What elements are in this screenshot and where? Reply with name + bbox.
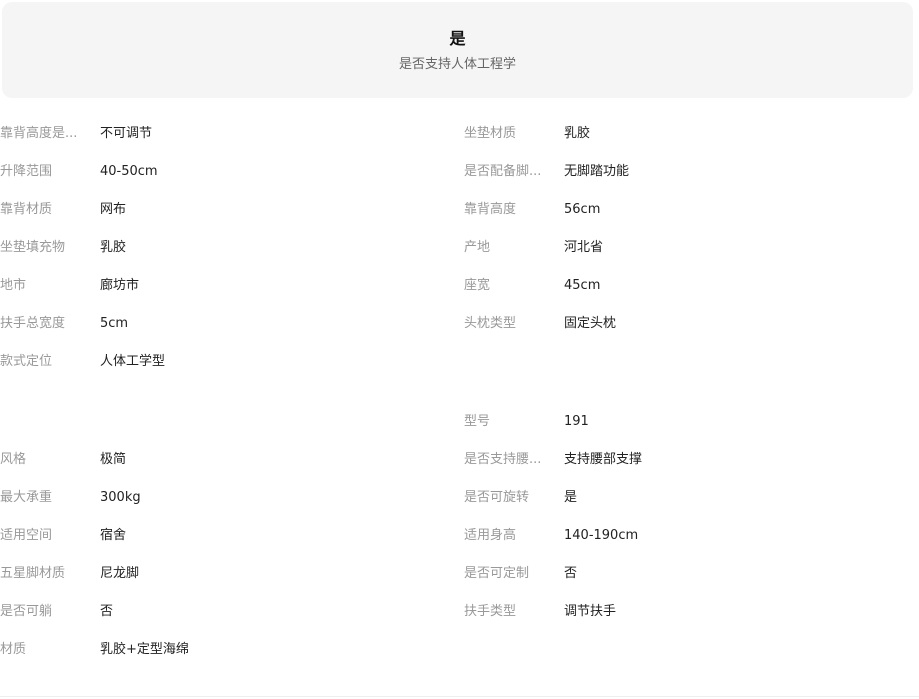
spec-row: 型号 191 — [464, 410, 914, 434]
spec-label: 适用身高 — [464, 528, 517, 543]
spec-value: 不可调节 — [100, 126, 153, 141]
spec-row: 升降范围 40-50cm — [0, 160, 450, 184]
spec-row: 五星脚材质 尼龙脚 — [0, 562, 450, 586]
spec-label: 款式定位 — [0, 354, 53, 369]
spec-row: 是否可定制 否 — [464, 562, 914, 586]
spec-value: 人体工学型 — [100, 354, 166, 369]
spec-value: 乳胶 — [564, 126, 591, 141]
bottom-divider — [0, 696, 919, 697]
spec-value: 5cm — [100, 316, 129, 331]
spec-value: 支持腰部支撑 — [564, 452, 643, 467]
spec-row: 地市 廊坊市 — [0, 274, 450, 298]
spec-label: 扶手类型 — [464, 604, 517, 619]
spec-row: 座宽 45cm — [464, 274, 914, 298]
spec-label: 坐垫材质 — [464, 126, 517, 141]
spec-row: 坐垫材质 乳胶 — [464, 122, 914, 146]
spec-label: 座宽 — [464, 278, 491, 293]
spec-label: 是否配备脚... — [464, 164, 542, 179]
spec-label: 靠背高度是... — [0, 126, 78, 141]
spec-label: 型号 — [464, 414, 491, 429]
spec-label: 产地 — [464, 240, 491, 255]
spec-value: 56cm — [564, 202, 601, 217]
spec-label: 头枕类型 — [464, 316, 517, 331]
spec-row: 风格 极简 — [0, 448, 450, 472]
spec-value: 45cm — [564, 278, 601, 293]
spec-value: 40-50cm — [100, 164, 158, 179]
spec-label: 是否可躺 — [0, 604, 53, 619]
spec-row: 靠背高度是... 不可调节 — [0, 122, 450, 146]
spec-value: 无脚踏功能 — [564, 164, 630, 179]
spec-value: 固定头枕 — [564, 316, 617, 331]
spec-value: 宿舍 — [100, 528, 127, 543]
spec-row: 是否可旋转 是 — [464, 486, 914, 510]
spec-label: 材质 — [0, 642, 27, 657]
highlight-label: 是否支持人体工程学 — [398, 57, 516, 72]
spec-row: 坐垫填充物 乳胶 — [0, 236, 450, 260]
spec-label: 风格 — [0, 452, 27, 467]
spec-row: 是否可躺 否 — [0, 600, 450, 624]
spec-label: 最大承重 — [0, 490, 53, 505]
spec-label: 是否可旋转 — [464, 490, 530, 505]
spec-row: 最大承重 300kg — [0, 486, 450, 510]
spec-label: 适用空间 — [0, 528, 53, 543]
spec-label: 靠背材质 — [0, 202, 53, 217]
spec-value: 调节扶手 — [564, 604, 617, 619]
spec-label: 是否可定制 — [464, 566, 530, 581]
spec-value: 乳胶+定型海绵 — [100, 642, 189, 657]
spec-label: 是否支持腰... — [464, 452, 542, 467]
spec-value: 否 — [100, 604, 114, 619]
spec-row: 适用身高 140-190cm — [464, 524, 914, 548]
highlight-card: 是 是否支持人体工程学 — [2, 2, 913, 98]
spec-value: 140-190cm — [564, 528, 639, 543]
spec-row: 靠背材质 网布 — [0, 198, 450, 222]
spec-value: 191 — [564, 414, 589, 429]
spec-label: 五星脚材质 — [0, 566, 66, 581]
spec-value: 乳胶 — [100, 240, 127, 255]
spec-row: 扶手总宽度 5cm — [0, 312, 450, 336]
spec-row: 款式定位 人体工学型 — [0, 350, 450, 374]
highlight-value: 是 — [449, 29, 466, 48]
spec-row: 是否配备脚... 无脚踏功能 — [464, 160, 914, 184]
spec-value: 300kg — [100, 490, 141, 505]
spec-value: 是 — [564, 490, 578, 505]
spec-label: 升降范围 — [0, 164, 53, 179]
spec-row: 扶手类型 调节扶手 — [464, 600, 914, 624]
spec-value: 极简 — [100, 452, 127, 467]
spec-value: 否 — [564, 566, 578, 581]
spec-label: 坐垫填充物 — [0, 240, 66, 255]
spec-row: 适用空间 宿舍 — [0, 524, 450, 548]
spec-label: 地市 — [0, 278, 27, 293]
spec-label: 扶手总宽度 — [0, 316, 66, 331]
spec-row: 产地 河北省 — [464, 236, 914, 260]
spec-value: 河北省 — [564, 240, 604, 255]
spec-row: 材质 乳胶+定型海绵 — [0, 638, 450, 662]
spec-value: 尼龙脚 — [100, 566, 140, 581]
spec-row: 是否支持腰... 支持腰部支撑 — [464, 448, 914, 472]
spec-row: 头枕类型 固定头枕 — [464, 312, 914, 336]
spec-row: 靠背高度 56cm — [464, 198, 914, 222]
spec-value: 网布 — [100, 202, 127, 217]
spec-label: 靠背高度 — [464, 202, 517, 217]
spec-value: 廊坊市 — [100, 278, 140, 293]
